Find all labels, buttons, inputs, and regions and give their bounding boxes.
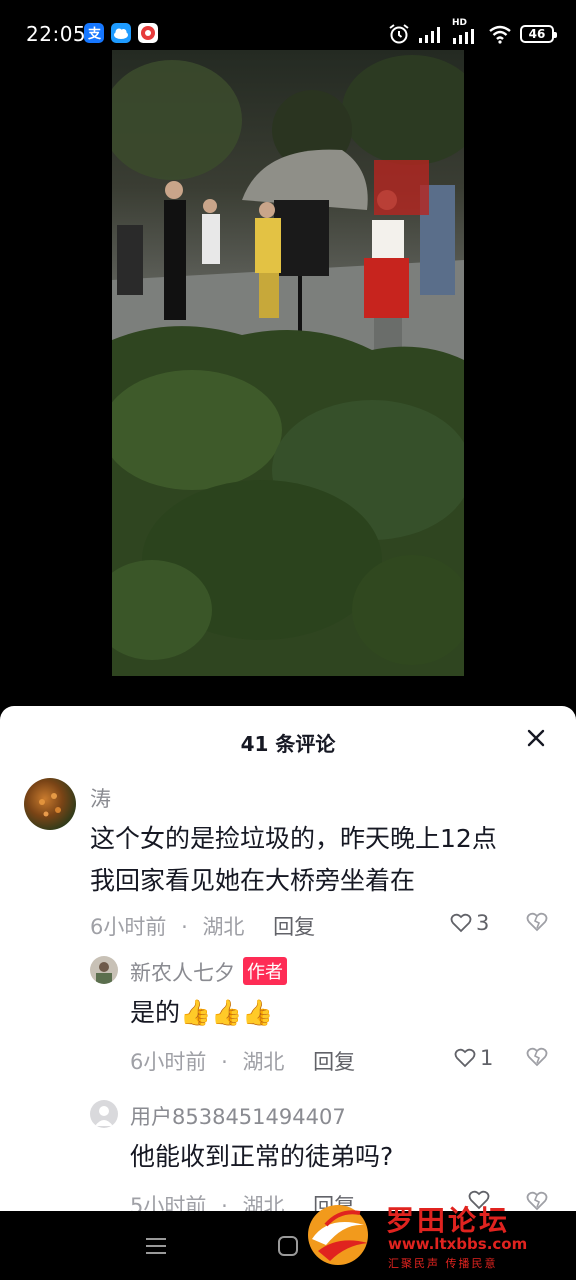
home-button[interactable] — [277, 1235, 299, 1261]
cloud-app-icon — [111, 23, 131, 43]
like-button[interactable]: 1 — [454, 1046, 493, 1070]
meta-dot: · — [221, 1194, 228, 1211]
comment-time: 5小时前 — [130, 1194, 207, 1211]
battery-icon: 46 — [520, 25, 557, 43]
watermark: 罗田论坛 www.ltxbbs.com 汇聚民声 传播民意 — [298, 1195, 564, 1275]
comment-username: 新农人七夕 作者 — [130, 957, 287, 987]
svg-text:支: 支 — [87, 26, 102, 42]
comment-text: 他能收到正常的徒弟吗? — [130, 1142, 394, 1171]
avatar[interactable] — [90, 956, 118, 984]
dislike-button[interactable] — [526, 1047, 548, 1071]
author-badge: 作者 — [243, 957, 287, 985]
comment-text-line-2: 我回家看见她在大桥旁坐着在 — [90, 866, 416, 895]
comment-meta: 6小时前 · 湖北 回复 — [90, 911, 315, 941]
like-count: 3 — [476, 911, 490, 935]
watermark-url: www.ltxbbs.com — [388, 1235, 528, 1253]
comment-location: 湖北 — [242, 1050, 285, 1074]
video-frame — [112, 55, 464, 676]
meta-dot: · — [221, 1050, 228, 1074]
meta-dot: · — [181, 915, 188, 939]
signal-icon — [419, 27, 440, 43]
dislike-button[interactable] — [526, 912, 548, 936]
network-label: HD — [452, 18, 468, 28]
broken-heart-icon — [526, 912, 548, 932]
close-icon — [527, 729, 545, 747]
record-app-icon — [138, 23, 158, 43]
battery-level: 46 — [528, 27, 546, 41]
signal-icon-hd: HD — [452, 18, 480, 44]
like-button[interactable]: 3 — [450, 911, 489, 935]
watermark-title: 罗田论坛 — [386, 1204, 511, 1237]
menu-icon — [146, 1238, 166, 1254]
comment-item: 涛 这个女的是捡垃圾的，昨天晚上12点 我回家看见她在大桥旁坐着在 6小时前 ·… — [0, 778, 576, 948]
comments-count-title: 41 条评论 — [240, 732, 336, 756]
comment-username[interactable]: 涛 — [90, 783, 111, 813]
comment-time: 6小时前 — [130, 1050, 207, 1074]
comment-location: 湖北 — [242, 1194, 285, 1211]
comment-text-line-1: 这个女的是捡垃圾的，昨天晚上12点 — [90, 824, 497, 853]
comment-time: 6小时前 — [90, 915, 167, 939]
heart-icon — [450, 913, 472, 933]
heart-icon — [454, 1048, 476, 1068]
default-avatar-icon[interactable] — [90, 1100, 118, 1128]
alarm-icon — [389, 24, 409, 44]
avatar[interactable] — [24, 778, 76, 830]
alipay-app-icon: 支 — [84, 23, 104, 43]
comments-panel: 41 条评论 涛 这个女的是捡垃圾的，昨天晚上12点 我回家看见她在大桥旁坐着在… — [0, 706, 576, 1211]
wifi-icon — [489, 25, 511, 44]
home-icon — [278, 1236, 298, 1256]
watermark-slogan: 汇聚民声 传播民意 — [388, 1257, 498, 1270]
reply-username[interactable]: 用户8538451494407 — [130, 1101, 346, 1131]
video-player[interactable] — [112, 50, 464, 676]
reply-button[interactable]: 回复 — [313, 1050, 355, 1074]
comment-location: 湖北 — [202, 915, 245, 939]
close-button[interactable] — [524, 726, 548, 750]
comment-text: 是的👍👍👍 — [130, 998, 274, 1027]
forum-logo-icon — [308, 1205, 368, 1265]
broken-heart-icon — [526, 1047, 548, 1067]
reply-username[interactable]: 新农人七夕 — [130, 961, 235, 985]
reply-item: 新农人七夕 作者 是的👍👍👍 6小时前 · 湖北 回复 1 — [0, 954, 576, 1084]
reply-button[interactable]: 回复 — [273, 915, 315, 939]
status-bar: 22:05 支 HD 46 — [0, 0, 576, 50]
clock: 22:05 — [26, 22, 87, 46]
menu-button[interactable] — [145, 1236, 167, 1260]
like-count: 1 — [480, 1046, 494, 1070]
comment-meta: 6小时前 · 湖北 回复 — [130, 1046, 355, 1076]
status-icons: HD 46 — [388, 18, 557, 45]
